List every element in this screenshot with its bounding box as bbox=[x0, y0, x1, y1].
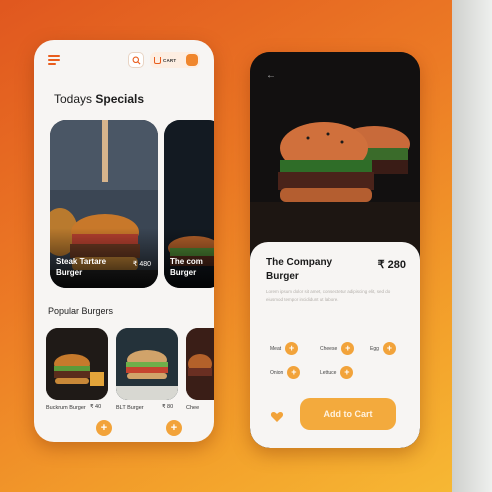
topping-label: Egg bbox=[370, 345, 379, 352]
special-price: ₹ 480 bbox=[132, 261, 151, 268]
popular-burger-name: Chee bbox=[186, 405, 200, 411]
special-name: The com Burger bbox=[170, 257, 203, 277]
product-price: ₹ 280 bbox=[377, 259, 406, 271]
add-topping-button[interactable]: + bbox=[340, 366, 354, 379]
phone-home-screen: CART Todays Specials Steak Tartare Burge… bbox=[34, 40, 214, 442]
burger-image bbox=[186, 328, 214, 400]
special-name: Steak Tartare Burger bbox=[56, 257, 107, 277]
topping-option[interactable]: Egg + bbox=[370, 342, 396, 355]
add-topping-button[interactable]: + bbox=[285, 342, 299, 355]
phone-detail-screen: ← The Company Burger ₹ 280 Lorem ipsum d… bbox=[250, 52, 420, 448]
detail-sheet: The Company Burger ₹ 280 Lorem ipsum dol… bbox=[250, 242, 420, 448]
topping-option[interactable]: Meat + bbox=[270, 342, 299, 355]
product-description: Lorem ipsum dolor sit amet, consectetur … bbox=[266, 289, 391, 302]
back-arrow-icon[interactable]: ← bbox=[266, 70, 276, 81]
page-title: Todays Specials bbox=[54, 92, 144, 106]
special-card[interactable]: The com Burger bbox=[164, 120, 214, 288]
burger-image bbox=[116, 328, 178, 400]
add-topping-button[interactable]: + bbox=[341, 342, 355, 355]
popular-burger-card[interactable] bbox=[46, 328, 108, 400]
cart-button[interactable]: CART bbox=[150, 52, 200, 68]
page-title-bold: Specials bbox=[95, 92, 145, 106]
top-bar: CART bbox=[48, 52, 204, 70]
topping-label: Cheese bbox=[320, 345, 338, 352]
section-title-popular: Popular Burgers bbox=[48, 306, 114, 316]
burger-hero-image bbox=[250, 52, 420, 252]
popular-burger-card[interactable] bbox=[186, 328, 214, 400]
add-burger-button[interactable]: + bbox=[166, 420, 182, 436]
page-title-plain: Todays bbox=[54, 92, 96, 106]
topping-option[interactable]: Onion + bbox=[270, 366, 301, 379]
special-card[interactable]: Steak Tartare Burger ₹ 480 bbox=[50, 120, 158, 288]
menu-icon[interactable] bbox=[48, 55, 60, 65]
background-wall bbox=[452, 0, 492, 492]
search-icon bbox=[132, 56, 140, 64]
burger-image bbox=[46, 328, 108, 400]
product-name: The Company Burger bbox=[266, 257, 333, 282]
popular-burger-card[interactable] bbox=[116, 328, 178, 400]
heart-icon[interactable] bbox=[270, 410, 284, 424]
cart-count-badge bbox=[186, 54, 198, 66]
topping-label: Meat bbox=[270, 345, 282, 352]
cart-label: CART bbox=[163, 57, 177, 63]
add-topping-button[interactable]: + bbox=[287, 366, 301, 379]
topping-option[interactable]: Lettuce + bbox=[320, 366, 354, 379]
popular-burger-price: ₹ 40 bbox=[90, 404, 102, 410]
popular-burger-name: Buckrum Burger bbox=[46, 405, 86, 411]
add-topping-button[interactable]: + bbox=[382, 342, 396, 355]
add-burger-button[interactable]: + bbox=[96, 420, 112, 436]
cart-icon bbox=[154, 56, 161, 64]
search-button[interactable] bbox=[128, 52, 144, 68]
popular-burger-price: ₹ 80 bbox=[162, 404, 174, 410]
topping-option[interactable]: Cheese + bbox=[320, 342, 355, 355]
topping-label: Onion bbox=[270, 369, 284, 376]
topping-label: Lettuce bbox=[320, 369, 337, 376]
add-to-cart-button[interactable]: Add to Cart bbox=[300, 398, 396, 430]
popular-burger-name: BLT Burger bbox=[116, 405, 144, 411]
